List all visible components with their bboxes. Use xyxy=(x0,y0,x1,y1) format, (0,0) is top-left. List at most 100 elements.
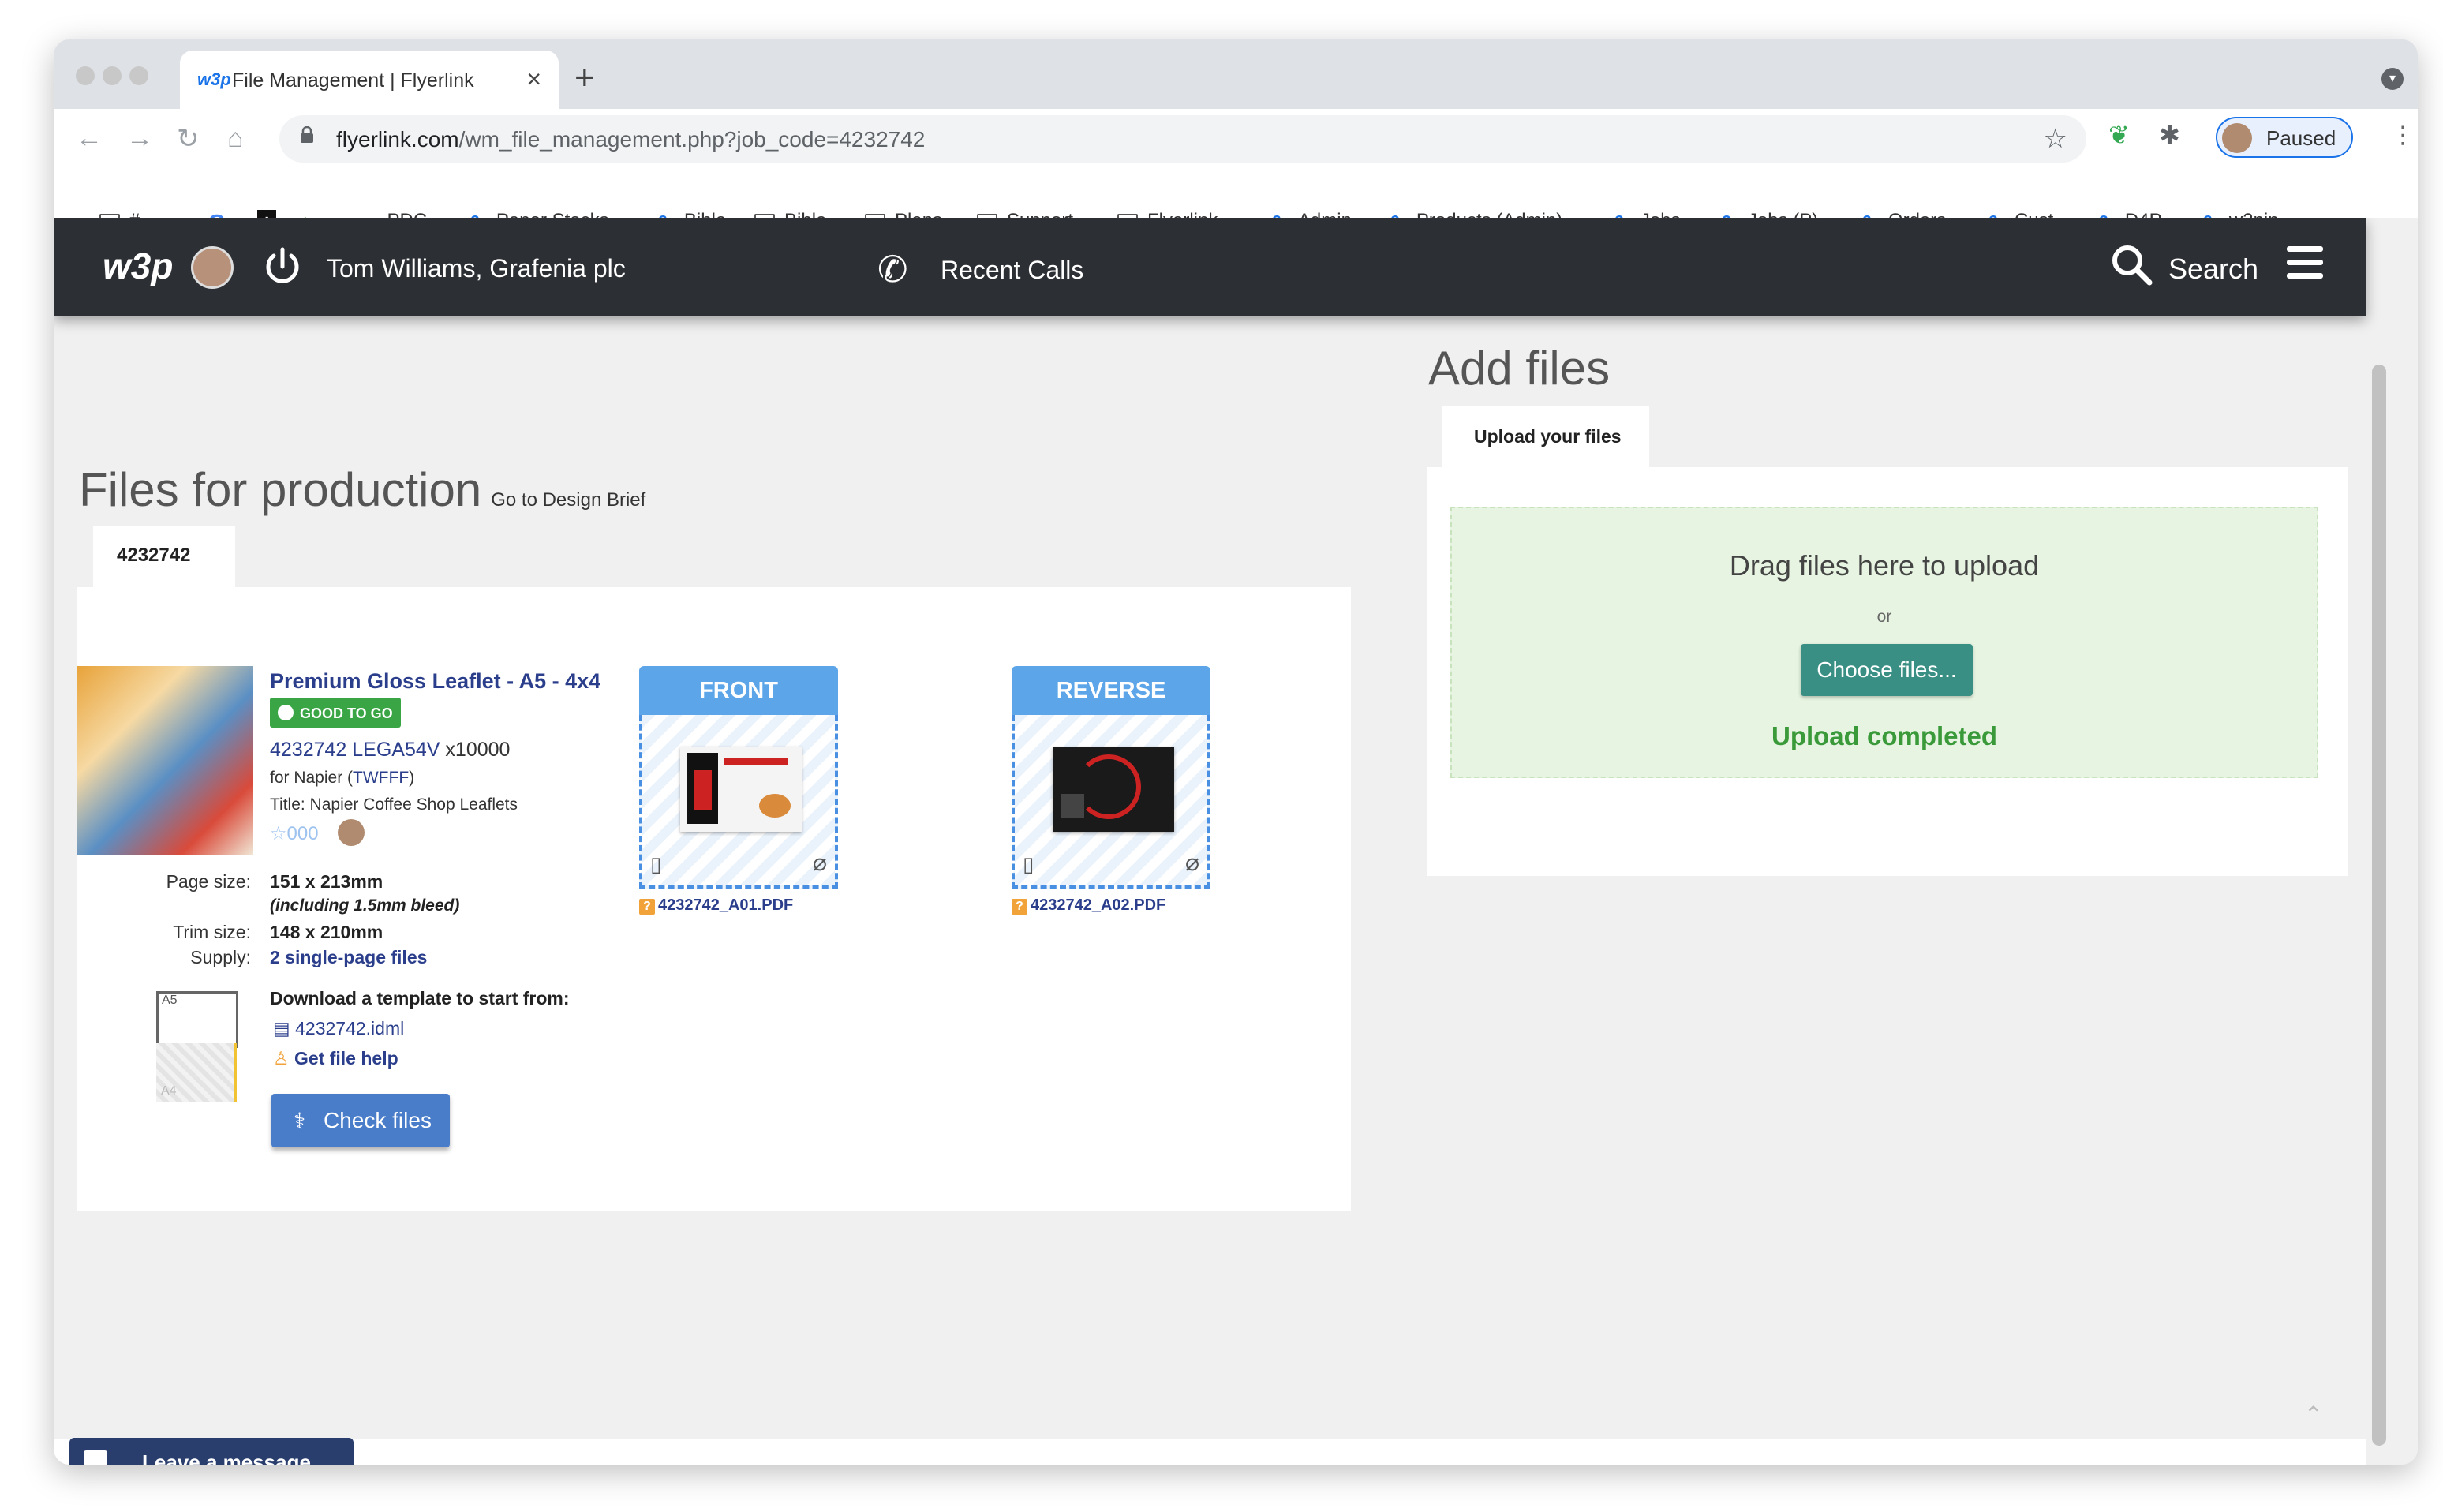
phone-icon[interactable]: ✆ xyxy=(877,248,908,290)
status-badge-text: GOOD TO GO xyxy=(300,705,393,721)
address-bar[interactable]: flyerlink.com/wm_file_management.php?job… xyxy=(279,115,2086,163)
tab-search-icon[interactable]: ▾ xyxy=(2381,68,2404,90)
user-avatar[interactable] xyxy=(191,246,234,289)
a4-outline: A4 xyxy=(156,1043,237,1102)
product-image xyxy=(77,666,253,855)
file-download-icon: ▤ xyxy=(273,1018,290,1039)
search-link[interactable]: Search xyxy=(2168,253,2258,286)
profile-status-label: Paused xyxy=(2266,126,2336,150)
idml-link[interactable]: 4232742.idml xyxy=(295,1018,404,1039)
choose-files-button[interactable]: Choose files... xyxy=(1801,644,1973,696)
a5-label: A5 xyxy=(162,994,178,1007)
search-icon[interactable] xyxy=(2108,241,2156,289)
browser-window: w3p File Management | Flyerlink × + ▾ ← … xyxy=(54,39,2418,1465)
or-separator: or xyxy=(1876,608,1892,626)
template-size-graphic: A5 A4 xyxy=(156,991,238,1102)
page-scrollbar[interactable] xyxy=(2372,365,2386,1446)
tab-title: File Management | Flyerlink xyxy=(232,69,474,92)
page-footer xyxy=(54,1439,2366,1465)
trim-size-value: 148 x 210mm xyxy=(270,922,383,942)
job-code-link[interactable]: 4232742 xyxy=(270,739,346,761)
scroll-to-top-icon[interactable]: ⌃ xyxy=(2304,1402,2322,1428)
idml-download[interactable]: ▤ 4232742.idml xyxy=(273,1018,404,1039)
customer-prefix: for Napier ( xyxy=(270,769,354,787)
file-help[interactable]: ♙ Get file help xyxy=(273,1048,398,1069)
person-help-icon: ♙ xyxy=(273,1048,290,1069)
front-dropzone[interactable]: ▯ ⌀ xyxy=(639,715,838,889)
reverse-thumbnail[interactable] xyxy=(1053,747,1174,832)
back-arrow-icon[interactable]: ← xyxy=(76,123,103,154)
reverse-filename[interactable]: ? 4232742_A02.PDF xyxy=(1012,896,1165,915)
section-title-text: Files for production xyxy=(79,463,482,516)
file-help-link[interactable]: Get file help xyxy=(294,1048,398,1069)
status-check-icon xyxy=(278,705,294,720)
page-viewport: w3p Tom Williams, Grafenia plc ✆ Recent … xyxy=(54,218,2418,1465)
hamburger-menu-icon[interactable] xyxy=(2287,246,2323,283)
window-minimize-control[interactable] xyxy=(103,66,122,85)
check-files-button[interactable]: ⚕ Check files xyxy=(271,1094,450,1147)
clipboard-icon[interactable]: ▯ xyxy=(650,852,661,877)
front-filename-text: 4232742_A01.PDF xyxy=(658,896,794,914)
front-filename[interactable]: ? 4232742_A01.PDF xyxy=(639,896,793,915)
supply-link[interactable]: 2 single-page files xyxy=(270,947,427,968)
w3p-favicon-icon: w3p xyxy=(197,69,231,89)
leave-message-button[interactable]: Leave a message xyxy=(69,1438,354,1465)
design-brief-link[interactable]: Go to Design Brief xyxy=(491,489,645,511)
user-name[interactable]: Tom Williams, Grafenia plc xyxy=(327,254,626,283)
customer-line: for Napier (TWFFF) xyxy=(270,769,414,788)
envelope-icon xyxy=(84,1450,107,1465)
a5-outline: A5 xyxy=(156,991,238,1048)
upload-tab-label: Upload your files xyxy=(1474,426,1622,447)
supply-label: Supply: xyxy=(190,947,251,967)
extensions-puzzle-icon[interactable]: ✱ xyxy=(2159,120,2180,150)
unknown-status-icon: ? xyxy=(639,899,655,915)
reload-icon[interactable]: ↻ xyxy=(177,123,200,155)
front-thumbnail[interactable] xyxy=(680,747,802,832)
drag-instructions: Drag files here to upload xyxy=(1729,549,2040,582)
job-tab-label: 4232742 xyxy=(117,545,191,566)
url-host: flyerlink.com xyxy=(336,127,459,152)
url-path: /wm_file_management.php?job_code=4232742 xyxy=(458,127,926,152)
product-code-link[interactable]: LEGA54V xyxy=(352,739,440,761)
stethoscope-icon: ⚕ xyxy=(294,1109,306,1133)
rating-stars[interactable]: ☆000 xyxy=(270,822,319,845)
add-files-heading: Add files xyxy=(1428,342,1611,395)
url-text: flyerlink.com/wm_file_management.php?job… xyxy=(336,127,925,152)
power-icon[interactable] xyxy=(260,245,305,289)
bleed-note: (including 1.5mm bleed) xyxy=(270,896,460,915)
window-close-control[interactable] xyxy=(76,66,95,85)
side-header: REVERSE xyxy=(1012,666,1210,715)
upload-status: Upload completed xyxy=(1771,721,1998,750)
tab-job-code[interactable]: 4232742 xyxy=(93,526,235,587)
leave-message-label: Leave a message xyxy=(142,1450,311,1465)
customer-suffix: ) xyxy=(409,769,415,787)
a4-label: A4 xyxy=(161,1084,177,1098)
tab-strip: w3p File Management | Flyerlink × + ▾ xyxy=(54,39,2418,110)
no-proof-icon[interactable]: ⌀ xyxy=(813,849,827,877)
file-dropzone[interactable]: Drag files here to upload or Choose file… xyxy=(1450,507,2318,778)
tab-close-icon[interactable]: × xyxy=(526,65,541,94)
evernote-extension-icon[interactable]: ❦ xyxy=(2108,120,2130,150)
window-zoom-control[interactable] xyxy=(129,66,148,85)
job-info-line: 4232742 LEGA54V x10000 xyxy=(270,739,510,762)
recent-calls-link[interactable]: Recent Calls xyxy=(941,256,1083,285)
product-title-link[interactable]: Premium Gloss Leaflet - A5 - 4x4 xyxy=(270,669,600,694)
home-icon[interactable]: ⌂ xyxy=(227,123,244,154)
w3p-logo[interactable]: w3p xyxy=(103,245,173,287)
bookmark-star-icon[interactable]: ☆ xyxy=(2044,123,2067,155)
no-proof-icon[interactable]: ⌀ xyxy=(1185,849,1199,877)
browser-tab-active[interactable]: w3p File Management | Flyerlink × xyxy=(180,51,559,110)
unknown-status-icon: ? xyxy=(1012,899,1027,915)
clipboard-icon[interactable]: ▯ xyxy=(1023,852,1034,877)
browser-menu-icon[interactable]: ⋮ xyxy=(2391,122,2415,149)
customer-code-link[interactable]: TWFFF xyxy=(353,769,409,787)
new-tab-icon[interactable]: + xyxy=(574,58,595,98)
reverse-filename-text: 4232742_A02.PDF xyxy=(1031,896,1166,914)
page-size-value: 151 x 213mm xyxy=(270,871,383,892)
tab-upload-your-files[interactable]: Upload your files xyxy=(1442,406,1649,467)
forward-arrow-icon[interactable]: → xyxy=(126,123,153,154)
assignee-avatar[interactable] xyxy=(338,819,365,846)
files-for-production-heading: Files for production Go to Design Brief xyxy=(79,462,645,517)
reverse-dropzone[interactable]: ▯ ⌀ xyxy=(1012,715,1210,889)
profile-button[interactable]: Paused xyxy=(2216,117,2353,158)
